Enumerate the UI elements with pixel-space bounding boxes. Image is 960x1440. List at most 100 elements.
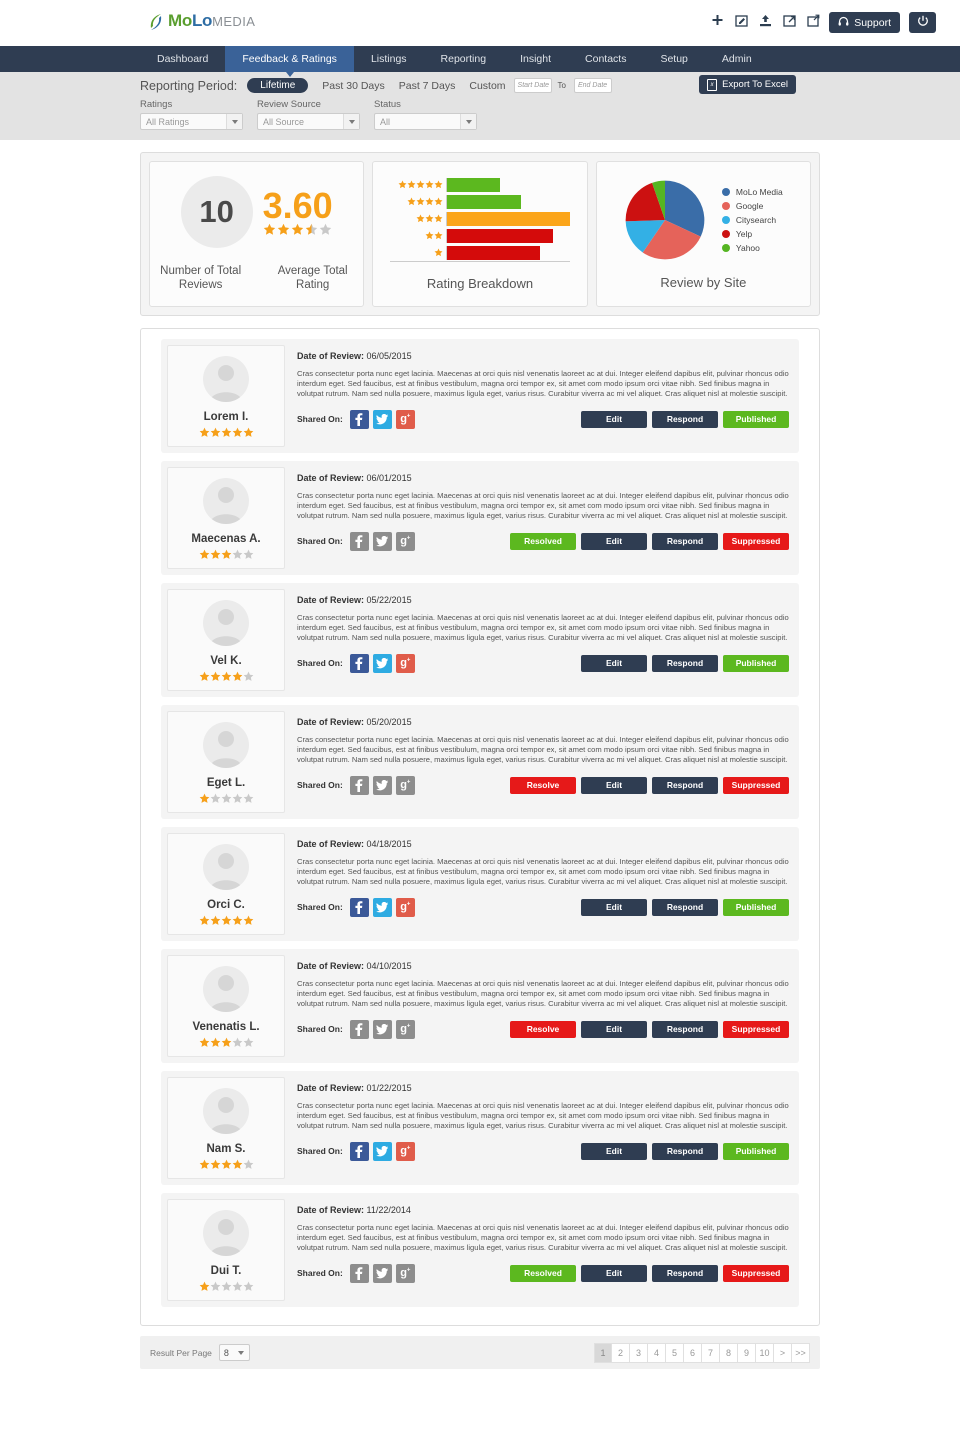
nav-item-setup[interactable]: Setup bbox=[643, 46, 704, 72]
googleplus-share-icon[interactable]: g+ bbox=[395, 1263, 415, 1283]
add-icon[interactable] bbox=[711, 14, 724, 28]
logo[interactable]: MoLoMEDIA bbox=[148, 11, 255, 32]
published-status-button[interactable]: Published bbox=[723, 1142, 789, 1160]
page-button-9[interactable]: 9 bbox=[738, 1342, 756, 1363]
nav-item-feedback-ratings[interactable]: Feedback & Ratings bbox=[225, 46, 354, 77]
page-button-4[interactable]: 4 bbox=[648, 1342, 666, 1363]
twitter-share-icon[interactable] bbox=[372, 1141, 392, 1161]
respond-button[interactable]: Respond bbox=[652, 654, 718, 672]
page-button-2[interactable]: 2 bbox=[612, 1342, 630, 1363]
review-source-filter[interactable]: All Source bbox=[257, 113, 360, 130]
resolved-button[interactable]: Resolved bbox=[510, 532, 576, 550]
googleplus-share-icon[interactable]: g+ bbox=[395, 531, 415, 551]
facebook-share-icon[interactable] bbox=[349, 653, 369, 673]
rv6-star-2 bbox=[210, 1159, 221, 1170]
twitter-share-icon[interactable] bbox=[372, 1263, 392, 1283]
edit-button[interactable]: Edit bbox=[581, 532, 647, 550]
respond-button[interactable]: Respond bbox=[652, 898, 718, 916]
facebook-share-icon[interactable] bbox=[349, 409, 369, 429]
period-option-past-7-days[interactable]: Past 7 Days bbox=[399, 80, 456, 92]
suppressed-status-button[interactable]: Suppressed bbox=[723, 1264, 789, 1282]
googleplus-share-icon[interactable]: g+ bbox=[395, 1019, 415, 1039]
twitter-share-icon[interactable] bbox=[372, 775, 392, 795]
edit-button[interactable]: Edit bbox=[581, 1142, 647, 1160]
page-button-1[interactable]: 1 bbox=[594, 1342, 612, 1363]
twitter-share-icon[interactable] bbox=[372, 1019, 392, 1039]
twitter-share-icon[interactable] bbox=[372, 409, 392, 429]
compose-icon[interactable] bbox=[735, 14, 748, 28]
rating-breakdown-row bbox=[390, 177, 570, 192]
nav-item-contacts[interactable]: Contacts bbox=[568, 46, 643, 72]
page-button-8[interactable]: 8 bbox=[720, 1342, 738, 1363]
page-button-5[interactable]: 5 bbox=[666, 1342, 684, 1363]
respond-button[interactable]: Respond bbox=[652, 776, 718, 794]
respond-button[interactable]: Respond bbox=[652, 1020, 718, 1038]
upload-icon[interactable] bbox=[759, 14, 772, 28]
logo-text-lo: Lo bbox=[191, 11, 213, 30]
legend-label: Yelp bbox=[735, 228, 753, 239]
status-filter[interactable]: All bbox=[374, 113, 477, 130]
export-to-excel-button[interactable]: x Export To Excel bbox=[699, 75, 796, 94]
facebook-share-icon[interactable] bbox=[349, 531, 369, 551]
edit-button[interactable]: Edit bbox=[581, 654, 647, 672]
result-per-page-select[interactable]: 8 bbox=[218, 1344, 250, 1361]
resolve-button[interactable]: Resolve bbox=[510, 1020, 576, 1038]
suppressed-status-button[interactable]: Suppressed bbox=[723, 776, 789, 794]
power-button[interactable] bbox=[909, 12, 936, 33]
facebook-share-icon[interactable] bbox=[349, 1141, 369, 1161]
resolve-button[interactable]: Resolve bbox=[510, 776, 576, 794]
page-button-nextnext[interactable]: >> bbox=[792, 1342, 810, 1363]
respond-button[interactable]: Respond bbox=[652, 1264, 718, 1282]
published-status-button[interactable]: Published bbox=[723, 654, 789, 672]
edit-button[interactable]: Edit bbox=[581, 776, 647, 794]
review-date: Date of Review: 01/22/2015 bbox=[297, 1083, 412, 1093]
twitter-share-icon[interactable] bbox=[372, 531, 392, 551]
published-status-button[interactable]: Published bbox=[723, 898, 789, 916]
page-button-3[interactable]: 3 bbox=[630, 1342, 648, 1363]
review-card: Nam S. Date of Review: 01/22/2015 Cras con… bbox=[161, 1071, 799, 1185]
googleplus-share-icon[interactable]: g+ bbox=[395, 1141, 415, 1161]
facebook-share-icon[interactable] bbox=[349, 775, 369, 795]
edit-button[interactable]: Edit bbox=[581, 898, 647, 916]
avatar bbox=[203, 600, 249, 646]
ratings-filter[interactable]: All Ratings bbox=[140, 113, 243, 130]
nav-item-insight[interactable]: Insight bbox=[503, 46, 568, 72]
googleplus-share-icon[interactable]: g+ bbox=[395, 775, 415, 795]
end-date-input[interactable]: End Date bbox=[574, 78, 612, 93]
edit-external-icon[interactable] bbox=[807, 14, 820, 28]
nav-item-dashboard[interactable]: Dashboard bbox=[140, 46, 225, 72]
period-option-lifetime[interactable]: Lifetime bbox=[247, 78, 309, 93]
nav-item-listings[interactable]: Listings bbox=[354, 46, 424, 72]
page-button-6[interactable]: 6 bbox=[684, 1342, 702, 1363]
review-text: Cras consectetur porta nunc eget lacinia… bbox=[297, 369, 789, 399]
facebook-share-icon[interactable] bbox=[349, 897, 369, 917]
respond-button[interactable]: Respond bbox=[652, 1142, 718, 1160]
page-button-next[interactable]: > bbox=[774, 1342, 792, 1363]
googleplus-share-icon[interactable]: g+ bbox=[395, 897, 415, 917]
external-link-icon[interactable] bbox=[783, 14, 796, 28]
rv5-star-1 bbox=[199, 1037, 210, 1048]
suppressed-status-button[interactable]: Suppressed bbox=[723, 1020, 789, 1038]
respond-button[interactable]: Respond bbox=[652, 532, 718, 550]
edit-button[interactable]: Edit bbox=[581, 410, 647, 428]
page-button-10[interactable]: 10 bbox=[756, 1342, 774, 1363]
nav-item-reporting[interactable]: Reporting bbox=[424, 46, 504, 72]
edit-button[interactable]: Edit bbox=[581, 1264, 647, 1282]
period-option-past-30-days[interactable]: Past 30 Days bbox=[322, 80, 384, 92]
respond-button[interactable]: Respond bbox=[652, 410, 718, 428]
published-status-button[interactable]: Published bbox=[723, 410, 789, 428]
page-button-7[interactable]: 7 bbox=[702, 1342, 720, 1363]
nav-item-admin[interactable]: Admin bbox=[705, 46, 769, 72]
facebook-share-icon[interactable] bbox=[349, 1019, 369, 1039]
edit-button[interactable]: Edit bbox=[581, 1020, 647, 1038]
googleplus-share-icon[interactable]: g+ bbox=[395, 409, 415, 429]
resolved-button[interactable]: Resolved bbox=[510, 1264, 576, 1282]
twitter-share-icon[interactable] bbox=[372, 897, 392, 917]
suppressed-status-button[interactable]: Suppressed bbox=[723, 532, 789, 550]
facebook-share-icon[interactable] bbox=[349, 1263, 369, 1283]
start-date-input[interactable]: Start Date bbox=[513, 78, 552, 93]
twitter-share-icon[interactable] bbox=[372, 653, 392, 673]
googleplus-share-icon[interactable]: g+ bbox=[395, 653, 415, 673]
period-option-custom[interactable]: Custom bbox=[469, 80, 505, 92]
support-button[interactable]: Support bbox=[829, 12, 900, 33]
